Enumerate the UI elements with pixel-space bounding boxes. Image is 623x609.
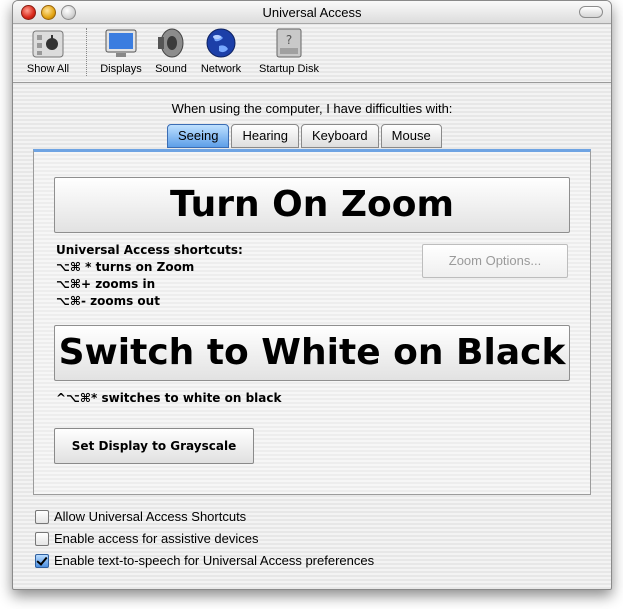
- universal-access-window: Universal Access Show All Displays Sound…: [12, 0, 612, 590]
- turn-on-zoom-button[interactable]: Turn On Zoom: [54, 177, 570, 233]
- tab-mouse[interactable]: Mouse: [380, 124, 442, 148]
- option-assistive-devices[interactable]: Enable access for assistive devices: [35, 531, 258, 546]
- toolbar-label-show-all: Show All: [26, 63, 70, 75]
- shortcuts-title: Universal Access shortcuts:: [56, 243, 243, 257]
- window-title: Universal Access: [262, 5, 362, 20]
- grayscale-button[interactable]: Set Display to Grayscale: [54, 428, 254, 464]
- zoom-options-button[interactable]: Zoom Options...: [422, 244, 568, 278]
- shortcut-line-zoom-in: ⌥⌘+ zooms in: [56, 277, 156, 291]
- toolbar-show-all[interactable]: Show All: [23, 26, 73, 75]
- toolbar-label-startup-disk: Startup Disk: [259, 63, 319, 75]
- toolbar-label-network: Network: [200, 63, 242, 75]
- tab-seeing[interactable]: Seeing: [167, 124, 230, 148]
- toolbar: Show All Displays Sound Network ? Startu…: [13, 24, 611, 83]
- globe-icon: [206, 28, 236, 58]
- toolbar-separator: [86, 28, 88, 76]
- svg-text:?: ?: [286, 33, 292, 47]
- toolbar-label-displays: Displays: [100, 63, 142, 75]
- toolbar-startup-disk[interactable]: ? Startup Disk: [253, 26, 325, 75]
- toolbar-network[interactable]: Network: [197, 26, 245, 75]
- seeing-panel: Turn On Zoom Universal Access shortcuts:…: [33, 149, 591, 495]
- assistive-devices-label: Enable access for assistive devices: [54, 531, 259, 546]
- allow-shortcuts-checkbox[interactable]: [35, 509, 49, 524]
- tab-bar: Seeing Hearing Keyboard Mouse: [167, 124, 442, 148]
- disk-icon: ?: [276, 28, 302, 58]
- title-bar: Universal Access: [13, 1, 611, 24]
- toolbar-toggle-button[interactable]: [579, 6, 603, 18]
- toolbar-displays[interactable]: Displays: [97, 26, 145, 75]
- shortcut-line-zoom-on: ⌥⌘ * turns on Zoom: [56, 260, 195, 274]
- toolbar-label-sound: Sound: [155, 63, 187, 75]
- tab-hearing[interactable]: Hearing: [231, 124, 300, 148]
- speaker-icon: [158, 28, 184, 58]
- apple-icon: [32, 30, 64, 58]
- assistive-devices-checkbox[interactable]: [35, 531, 49, 546]
- display-icon: [105, 29, 137, 57]
- shortcut-line-zoom-out: ⌥⌘- zooms out: [56, 294, 160, 308]
- toolbar-sound[interactable]: Sound: [149, 26, 193, 75]
- text-to-speech-label: Enable text-to-speech for Universal Acce…: [54, 553, 375, 568]
- option-allow-shortcuts[interactable]: Allow Universal Access Shortcuts: [35, 509, 246, 524]
- allow-shortcuts-label: Allow Universal Access Shortcuts: [54, 509, 247, 524]
- tab-keyboard[interactable]: Keyboard: [301, 124, 379, 148]
- text-to-speech-checkbox[interactable]: [35, 553, 49, 568]
- white-on-black-button[interactable]: Switch to White on Black: [54, 325, 570, 381]
- difficulties-prompt: When using the computer, I have difficul…: [171, 101, 453, 116]
- white-on-black-shortcut: ^⌥⌘* switches to white on black: [56, 391, 282, 405]
- option-text-to-speech[interactable]: Enable text-to-speech for Universal Acce…: [35, 553, 374, 568]
